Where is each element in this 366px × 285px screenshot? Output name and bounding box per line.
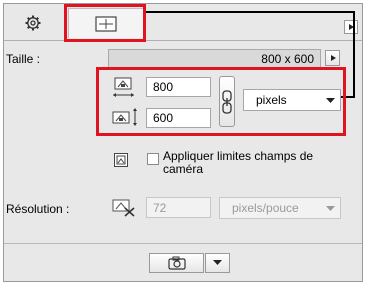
resolution-unit-value: pixels/pouce (232, 201, 299, 215)
tab-settings[interactable] (8, 8, 58, 38)
play-triangle-icon (330, 55, 336, 61)
chevron-down-icon (326, 98, 335, 103)
bottom-divider (4, 243, 362, 244)
connector-line (353, 11, 355, 97)
size-dimension-display: 800 x 600 (108, 49, 321, 69)
chain-link-icon (222, 89, 232, 114)
height-field[interactable]: 600 (146, 108, 211, 128)
chevron-down-icon (213, 260, 222, 265)
height-icon (111, 107, 139, 127)
chevron-down-icon (326, 206, 335, 211)
resolution-label: Résolution : (6, 202, 70, 216)
camera-limits-label: Appliquer limites champs de caméra (163, 149, 314, 176)
resolution-unit-dropdown[interactable]: pixels/pouce (219, 197, 341, 219)
camera-settings-panel (3, 3, 363, 282)
camera-limits-icon (113, 152, 129, 168)
resolution-field[interactable]: 72 (146, 197, 211, 218)
link-proportions-button[interactable] (219, 76, 235, 127)
connector-line (146, 11, 354, 13)
camera-limits-checkbox[interactable] (147, 153, 159, 165)
unit-dropdown-value: pixels (256, 93, 287, 107)
resolution-icon (111, 198, 137, 218)
unit-dropdown[interactable]: pixels (243, 89, 341, 111)
highlight-size-tab (64, 4, 146, 42)
width-icon (112, 76, 136, 100)
camera-options-button[interactable] (205, 253, 230, 273)
gear-icon (25, 15, 41, 31)
width-field[interactable]: 800 (146, 77, 211, 97)
size-preset-button[interactable] (325, 50, 340, 66)
camera-icon (167, 256, 186, 270)
camera-button[interactable] (149, 253, 204, 273)
size-label: Taille : (6, 52, 41, 66)
panel-menu-button[interactable] (344, 20, 358, 34)
